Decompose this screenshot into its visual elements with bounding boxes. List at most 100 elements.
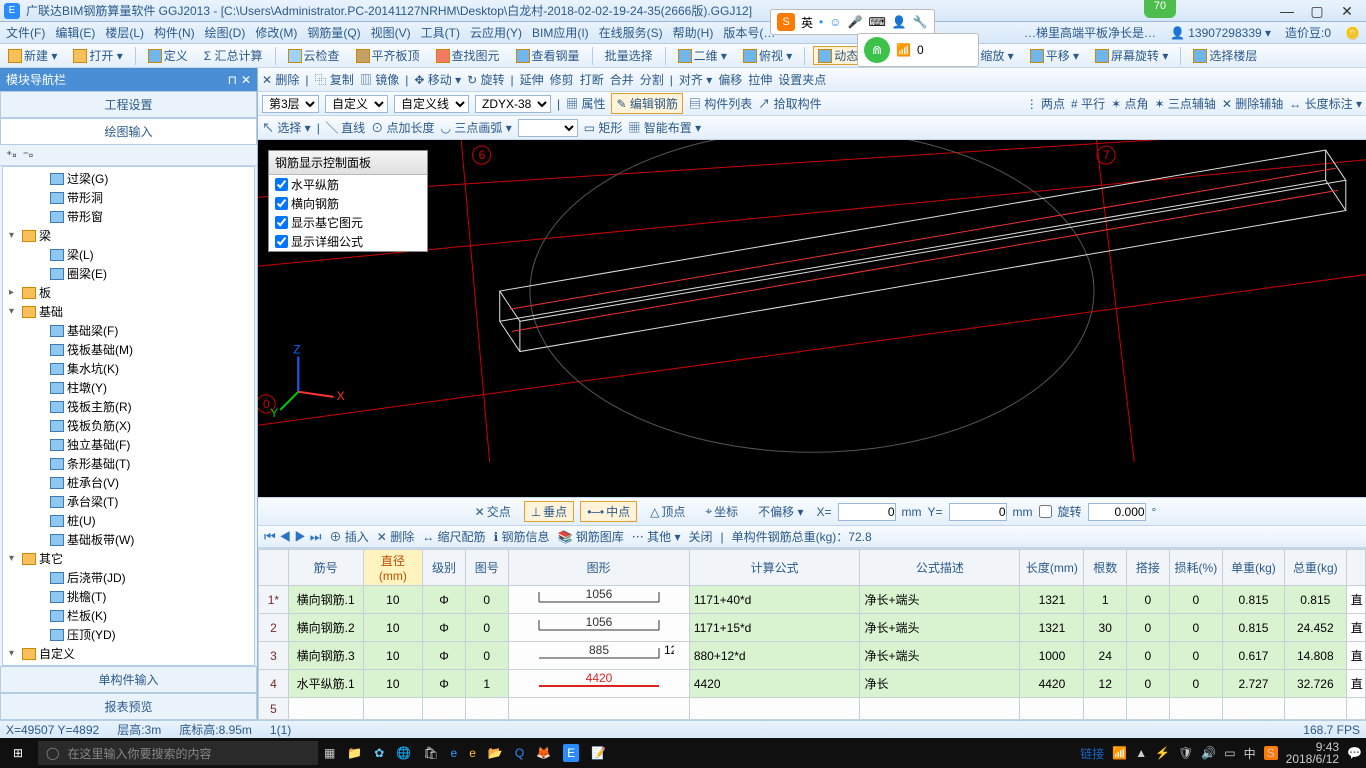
select-tool[interactable]: ↖ 选择 ▾ (262, 119, 311, 136)
col-header[interactable]: 长度(mm) (1020, 550, 1084, 586)
tree-node[interactable]: ▾自定义 (5, 644, 252, 663)
menu-component[interactable]: 构件(N) (154, 24, 195, 41)
col-header[interactable]: 图号 (465, 550, 508, 586)
col-header[interactable]: 级别 (423, 550, 466, 586)
tree-node[interactable]: 圈梁(E) (5, 264, 252, 283)
expand-icon[interactable]: ⁺▫ (6, 148, 17, 162)
minimize-button[interactable]: — (1272, 2, 1302, 20)
other-button[interactable]: ⋯ 其他 ▾ (632, 528, 681, 545)
tree-node[interactable]: 基础梁(F) (5, 321, 252, 340)
tree-node[interactable]: 桩(U) (5, 511, 252, 530)
tab-single-component[interactable]: 单构件输入 (0, 666, 257, 693)
pin-icon[interactable]: ⊓ (228, 73, 237, 87)
panel-close-icon[interactable]: ✕ (241, 73, 251, 87)
tree-node[interactable]: ▾梁 (5, 226, 252, 245)
snap-mid[interactable]: •─• 中点 (580, 501, 637, 522)
menu-cloud[interactable]: 云应用(Y) (470, 24, 522, 41)
tree-node[interactable]: ▸板 (5, 283, 252, 302)
aid-delete[interactable]: ✕ 删除辅轴 (1222, 95, 1283, 112)
aid-dim[interactable]: ↔ 长度标注 ▾ (1289, 95, 1362, 112)
col-header[interactable]: 计算公式 (689, 550, 860, 586)
stretch-tool[interactable]: 拉伸 (748, 71, 772, 88)
3d-viewport[interactable]: 0 6 7 Z X Y 钢筋显示控制面板 水平纵筋 横向钢筋 显示基它图元 显示… (258, 140, 1366, 497)
align-tool[interactable]: 对齐 ▾ (679, 71, 712, 88)
tree-node[interactable]: 承台梁(T) (5, 492, 252, 511)
tree-node[interactable]: 集水坑(K) (5, 359, 252, 378)
tree-node[interactable]: 带形窗 (5, 207, 252, 226)
snap-perp[interactable]: ⊥ 垂点 (524, 501, 574, 522)
offset-combo[interactable]: 不偏移 ▾ (751, 501, 810, 522)
aid-3pt[interactable]: ✶ 三点辅轴 (1154, 95, 1215, 112)
insert-row-button[interactable]: ⊕ 插入 (329, 528, 368, 545)
ladder-hint-link[interactable]: …梯里高端平板净长是… (1024, 24, 1156, 41)
coord-y-input[interactable] (949, 503, 1007, 521)
tree-node[interactable]: 基础板带(W) (5, 530, 252, 549)
rebar-table[interactable]: 筋号直径(mm)级别图号图形计算公式公式描述长度(mm)根数搭接损耗(%)单重(… (258, 548, 1366, 720)
table-row[interactable]: 4水平纵筋.110Φ144204420净长442012002.72732.726… (259, 670, 1366, 698)
delete-row-button[interactable]: ✕ 删除 (377, 528, 414, 545)
trim-tool[interactable]: 修剪 (550, 71, 574, 88)
menu-bim[interactable]: BIM应用(I) (532, 24, 589, 41)
view-rebar-button[interactable]: 查看钢量 (512, 47, 584, 64)
smart-layout-tool[interactable]: ▦ 智能布置 ▾ (628, 119, 701, 136)
rebar-check[interactable]: 显示详细公式 (269, 232, 427, 251)
col-header[interactable]: 总重(kg) (1284, 550, 1346, 586)
open-button[interactable]: 打开 ▾ (69, 47, 126, 64)
tree-node[interactable]: 后浇带(JD) (5, 568, 252, 587)
select-floor-button[interactable]: 选择楼层 (1189, 47, 1261, 64)
tree-node[interactable]: ▾其它 (5, 549, 252, 568)
component-list-button[interactable]: ▤ 构件列表 (689, 95, 752, 112)
taskbar-apps[interactable]: ▦📁✿🌐🛍ee📂Q🦊E📝 (324, 744, 606, 762)
move-tool[interactable]: ✥ 移动 ▾ (414, 71, 461, 88)
tree-node[interactable]: 筏板主筋(R) (5, 397, 252, 416)
arc-tool[interactable]: ◡ 三点画弧 ▾ (441, 119, 512, 136)
tree-node[interactable]: 压顶(YD) (5, 625, 252, 644)
maximize-button[interactable]: ▢ (1302, 2, 1332, 20)
aid-2pt[interactable]: ⋮ 两点 (1026, 95, 1065, 112)
tree-node[interactable]: 带形洞 (5, 188, 252, 207)
aid-ptangle[interactable]: ✶ 点角 (1111, 95, 1148, 112)
menu-online[interactable]: 在线服务(S) (599, 24, 663, 41)
pick-component-button[interactable]: ↗ 拾取构件 (758, 95, 821, 112)
rotate-check[interactable] (1039, 505, 1052, 518)
rebar-lib-button[interactable]: 📚 钢筋图库 (557, 528, 623, 545)
rebar-check[interactable]: 显示基它图元 (269, 213, 427, 232)
properties-button[interactable]: ▦ 属性 (566, 95, 605, 112)
table-row[interactable]: 5 (259, 698, 1366, 720)
tab-report-preview[interactable]: 报表预览 (0, 693, 257, 720)
grip-tool[interactable]: 设置夹点 (778, 71, 826, 88)
extend-tool[interactable]: 延伸 (520, 71, 544, 88)
line-tool[interactable]: ╲ 直线 (326, 119, 365, 136)
copy-tool[interactable]: ⿻ 复制 (315, 71, 354, 88)
rebar-check[interactable]: 水平纵筋 (269, 175, 427, 194)
col-header[interactable]: 损耗(%) (1169, 550, 1222, 586)
tree-node[interactable]: 梁(L) (5, 245, 252, 264)
table-row[interactable]: 3横向钢筋.310Φ0885120880+12*d净长+端头100024000.… (259, 642, 1366, 670)
ime-toolbar[interactable]: S 英 • ☺ 🎤 ⌨ 👤 🔧 (770, 9, 935, 35)
top-view-button[interactable]: 俯视 ▾ (739, 47, 796, 64)
cloud-check-button[interactable]: 云检查 (284, 47, 344, 64)
col-header[interactable]: 单重(kg) (1223, 550, 1285, 586)
col-header[interactable]: 直径(mm) (363, 550, 423, 586)
collapse-icon[interactable]: ⁻▫ (23, 148, 34, 162)
menu-edit[interactable]: 编辑(E) (55, 24, 95, 41)
batch-select-button[interactable]: 批量选择 (601, 47, 657, 64)
edit-rebar-button[interactable]: ✎ 编辑钢筋 (611, 93, 682, 114)
tab-draw-input[interactable]: 绘图输入 (0, 118, 257, 145)
tab-project-settings[interactable]: 工程设置 (0, 91, 257, 118)
menu-modify[interactable]: 修改(M) (255, 24, 297, 41)
menu-draw[interactable]: 绘图(D) (205, 24, 246, 41)
col-header[interactable] (259, 550, 289, 586)
rotate-input[interactable] (1088, 503, 1146, 521)
wifi-popup[interactable]: ⋒ 📶0 (857, 33, 979, 67)
menu-floor[interactable]: 楼层(L) (105, 24, 144, 41)
col-header[interactable]: 公式描述 (860, 550, 1020, 586)
tree-node[interactable]: 过梁(G) (5, 169, 252, 188)
menu-view[interactable]: 视图(V) (371, 24, 411, 41)
tree-node[interactable]: 桩承台(V) (5, 473, 252, 492)
windows-taskbar[interactable]: ⊞ ◯ 在这里输入你要搜索的内容 ▦📁✿🌐🛍ee📂Q🦊E📝 链接 📶▲⚡🛡🔊▭中… (0, 738, 1366, 768)
close-table-button[interactable]: 关闭 (688, 528, 712, 545)
rebar-display-panel[interactable]: 钢筋显示控制面板 水平纵筋 横向钢筋 显示基它图元 显示详细公式 (268, 150, 428, 252)
floor-combo[interactable]: 第3层 (262, 95, 319, 113)
col-header[interactable]: 图形 (508, 550, 689, 586)
